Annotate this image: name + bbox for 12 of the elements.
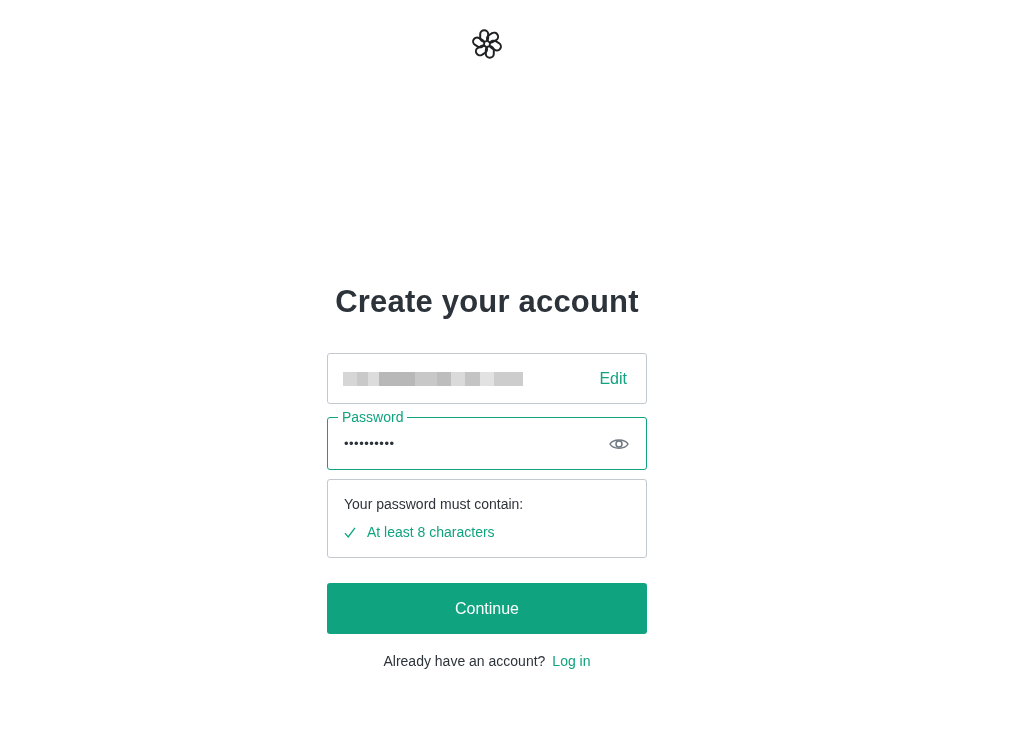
page-title: Create your account	[334, 283, 640, 321]
continue-button[interactable]: Continue	[327, 583, 647, 634]
requirement-text: At least 8 characters	[367, 523, 495, 541]
login-link[interactable]: Log in	[552, 652, 591, 670]
edit-link[interactable]: Edit	[599, 369, 627, 388]
email-field[interactable]: Edit	[327, 353, 647, 404]
masked-password: ••••••••••	[343, 436, 395, 451]
flower-logo-icon	[471, 28, 503, 60]
field-label: Password	[338, 409, 408, 425]
login-prompt: Already have an account?	[383, 652, 546, 670]
eye-icon[interactable]	[609, 436, 629, 451]
requirements-heading: Your password must contain:	[344, 495, 525, 513]
